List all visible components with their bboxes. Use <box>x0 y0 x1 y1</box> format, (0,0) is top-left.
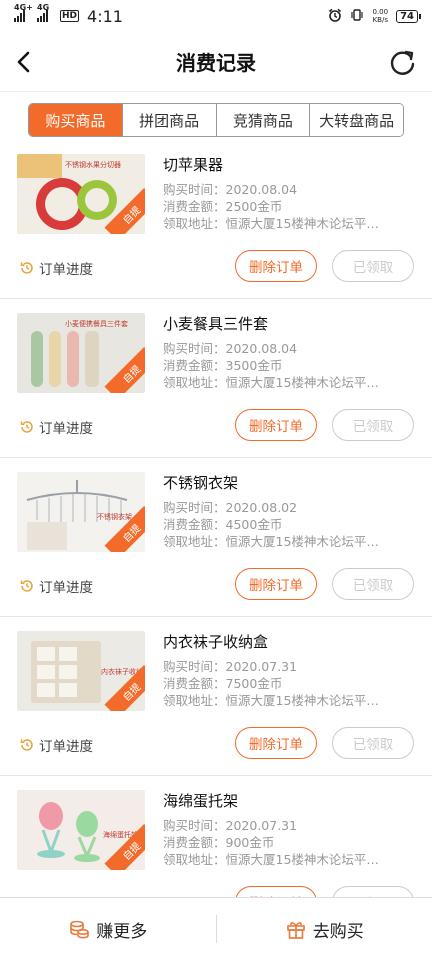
delete-order-button[interactable]: 删除订单 <box>235 568 317 600</box>
history-icon <box>20 739 33 751</box>
order-card: 不锈钢衣架 自提 不锈钢衣架 购买时间：2020.08.02 消费金额：4500… <box>0 458 432 617</box>
order-list: 不锈钢水果分切器 自提 切苹果器 购买时间：2020.08.04 消费金额：25… <box>0 140 432 897</box>
received-button[interactable]: 已领取 <box>332 568 414 600</box>
product-image-caption: 不锈钢水果分切器 <box>65 161 121 169</box>
order-card: 海绵蛋托架 自提 海绵蛋托架 购买时间：2020.07.31 消费金额：900金… <box>0 776 432 897</box>
hd-voice-icon: HD <box>60 10 80 22</box>
purchase-time: 购买时间：2020.08.04 <box>163 341 298 356</box>
history-icon <box>20 421 33 433</box>
purchase-time: 购买时间：2020.07.31 <box>163 818 298 833</box>
earn-more-label: 赚更多 <box>96 921 148 942</box>
delete-order-button[interactable]: 删除订单 <box>235 250 317 282</box>
order-amount: 消费金额：7500金币 <box>163 676 283 691</box>
product-image[interactable]: 内衣袜子收纳 自提 <box>17 631 145 711</box>
product-name: 不锈钢衣架 <box>163 474 239 492</box>
coins-icon <box>70 920 90 939</box>
tab-group-buy[interactable]: 拼团商品 <box>121 104 216 136</box>
product-image[interactable]: 小麦便携餐具三件套 自提 <box>17 313 145 393</box>
order-progress-link[interactable]: 订单进度 <box>19 258 93 278</box>
purchase-time: 购买时间：2020.08.04 <box>163 182 298 197</box>
order-progress-link[interactable]: 订单进度 <box>19 735 93 755</box>
pickup-address: 领取地址：恒源大厦15楼神木论坛平… <box>163 216 379 231</box>
pickup-address: 领取地址：恒源大厦15楼神木论坛平… <box>163 534 379 549</box>
purchase-time: 购买时间：2020.07.31 <box>163 659 298 674</box>
received-button[interactable]: 已领取 <box>332 250 414 282</box>
order-info: 不锈钢衣架 购买时间：2020.08.02 消费金额：4500金币 领取地址：恒… <box>163 472 415 550</box>
order-info: 内衣袜子收纳盒 购买时间：2020.07.31 消费金额：7500金币 领取地址… <box>163 631 415 709</box>
delete-order-button[interactable]: 删除订单 <box>235 409 317 441</box>
history-icon <box>20 262 33 274</box>
product-name: 切苹果器 <box>163 156 224 174</box>
order-amount: 消费金额：2500金币 <box>163 199 283 214</box>
order-card: 小麦便携餐具三件套 自提 小麦餐具三件套 购买时间：2020.08.04 消费金… <box>0 299 432 458</box>
gift-icon <box>286 922 305 939</box>
earn-more-button[interactable]: 赚更多 <box>0 917 216 942</box>
order-progress-label: 订单进度 <box>39 421 93 437</box>
order-amount: 消费金额：4500金币 <box>163 517 283 532</box>
vibrate-icon <box>350 8 364 25</box>
received-button[interactable]: 已领取 <box>332 409 414 441</box>
order-progress-link[interactable]: 订单进度 <box>19 576 93 596</box>
product-image[interactable]: 不锈钢水果分切器 自提 <box>17 154 145 234</box>
order-info: 海绵蛋托架 购买时间：2020.07.31 消费金额：900金币 领取地址：恒源… <box>163 790 415 868</box>
tab-guess[interactable]: 竞猜商品 <box>215 104 310 136</box>
order-amount: 消费金额：900金币 <box>163 835 275 850</box>
history-icon <box>20 580 33 592</box>
pickup-address: 领取地址：恒源大厦15楼神木论坛平… <box>163 852 379 867</box>
status-bar: 4G+ 4G HD 4:11 0.00 KB/s 74 <box>0 0 432 32</box>
product-image[interactable]: 海绵蛋托架 自提 <box>17 790 145 870</box>
order-amount: 消费金额：3500金币 <box>163 358 283 373</box>
clock-time: 4:11 <box>87 6 123 26</box>
product-image-caption: 小麦便携餐具三件套 <box>65 320 128 328</box>
order-progress-label: 订单进度 <box>39 262 93 278</box>
order-card: 内衣袜子收纳 自提 内衣袜子收纳盒 购买时间：2020.07.31 消费金额：7… <box>0 617 432 776</box>
refresh-icon[interactable] <box>386 46 418 78</box>
order-info: 小麦餐具三件套 购买时间：2020.08.04 消费金额：3500金币 领取地址… <box>163 313 415 391</box>
network-speed: 0.00 KB/s <box>372 8 389 24</box>
order-progress-label: 订单进度 <box>39 739 93 755</box>
order-info: 切苹果器 购买时间：2020.08.04 消费金额：2500金币 领取地址：恒源… <box>163 154 415 232</box>
battery-icon: 74 <box>396 9 421 23</box>
network-type-label: 4G <box>37 3 50 12</box>
go-buy-button[interactable]: 去购买 <box>217 917 432 942</box>
page-header: 消费记录 <box>0 32 432 92</box>
tab-wheel[interactable]: 大转盘商品 <box>309 104 403 136</box>
order-progress-label: 订单进度 <box>39 580 93 596</box>
received-button[interactable]: 已领取 <box>332 886 414 897</box>
order-card: 不锈钢水果分切器 自提 切苹果器 购买时间：2020.08.04 消费金额：25… <box>0 140 432 299</box>
bottom-action-bar: 赚更多 去购买 <box>0 897 432 960</box>
network-type-label: 4G+ <box>14 3 33 12</box>
product-image[interactable]: 不锈钢衣架 自提 <box>17 472 145 552</box>
delete-order-button[interactable]: 删除订单 <box>235 886 317 897</box>
received-button[interactable]: 已领取 <box>332 727 414 759</box>
product-name: 海绵蛋托架 <box>163 792 239 810</box>
go-buy-label: 去购买 <box>312 921 364 942</box>
delete-order-button[interactable]: 删除订单 <box>235 727 317 759</box>
product-image-caption: 不锈钢衣架 <box>97 513 132 521</box>
pickup-address: 领取地址：恒源大厦15楼神木论坛平… <box>163 693 379 708</box>
chevron-left-icon[interactable] <box>10 46 42 78</box>
order-progress-link[interactable]: 订单进度 <box>19 417 93 437</box>
pickup-address: 领取地址：恒源大厦15楼神木论坛平… <box>163 375 379 390</box>
signal-icon: 4G+ <box>14 3 33 22</box>
category-tabs: 购买商品 拼团商品 竞猜商品 大转盘商品 <box>28 103 404 137</box>
tab-purchased[interactable]: 购买商品 <box>29 104 122 136</box>
page-title: 消费记录 <box>176 51 256 75</box>
signal-icon: 4G <box>37 3 49 22</box>
purchase-time: 购买时间：2020.08.02 <box>163 500 298 515</box>
alarm-icon <box>328 8 342 25</box>
product-name: 内衣袜子收纳盒 <box>163 633 269 651</box>
product-name: 小麦餐具三件套 <box>163 315 269 333</box>
